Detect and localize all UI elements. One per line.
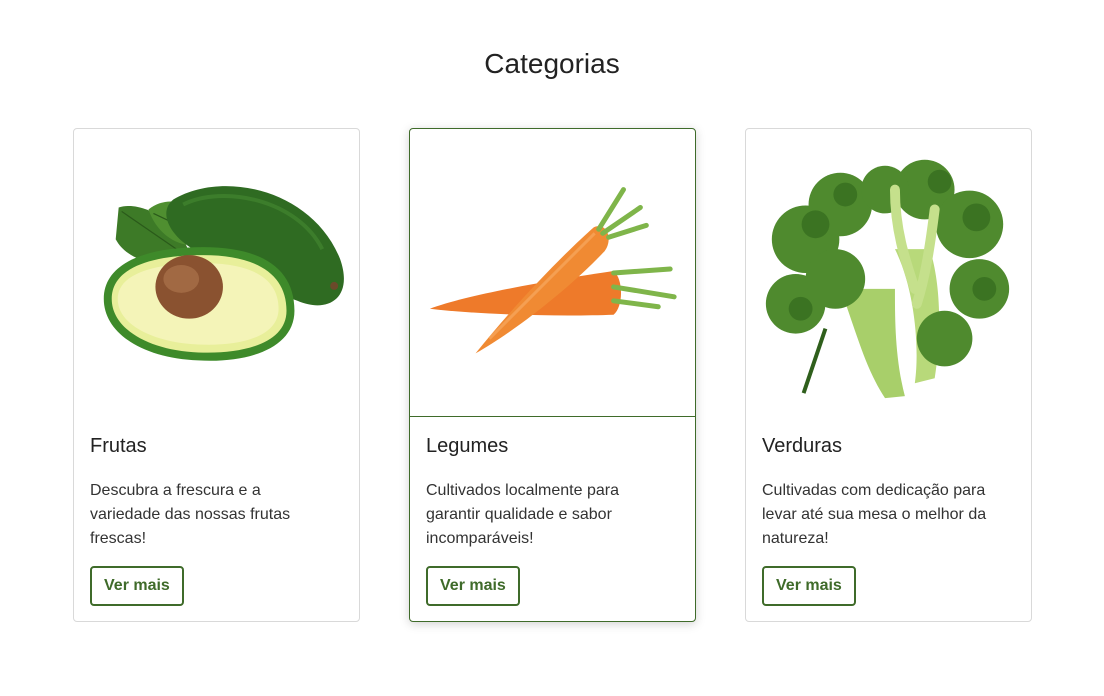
category-card-legumes: Legumes Cultivados localmente para garan… xyxy=(409,128,696,622)
ver-mais-button[interactable]: Ver mais xyxy=(90,566,184,606)
ver-mais-button[interactable]: Ver mais xyxy=(762,566,856,606)
card-description: Descubra a frescura e a variedade das no… xyxy=(90,482,291,547)
category-card-frutas: Frutas Descubra a frescura e a variedade… xyxy=(73,128,360,622)
card-description: Cultivadas com dedicação para levar até … xyxy=(762,482,987,547)
ver-mais-button[interactable]: Ver mais xyxy=(426,566,520,606)
carrot-image xyxy=(410,187,695,417)
card-title: Frutas xyxy=(90,435,147,457)
category-card-verduras: Verduras Cultivadas com dedicação para l… xyxy=(745,128,1032,622)
broccoli-image xyxy=(765,159,1010,399)
card-title: Verduras xyxy=(762,435,843,457)
card-description: Cultivados localmente para garantir qual… xyxy=(426,482,619,547)
section-title: Categorias xyxy=(484,48,620,79)
avocado-image xyxy=(103,186,344,361)
card-title: Legumes xyxy=(426,435,509,457)
